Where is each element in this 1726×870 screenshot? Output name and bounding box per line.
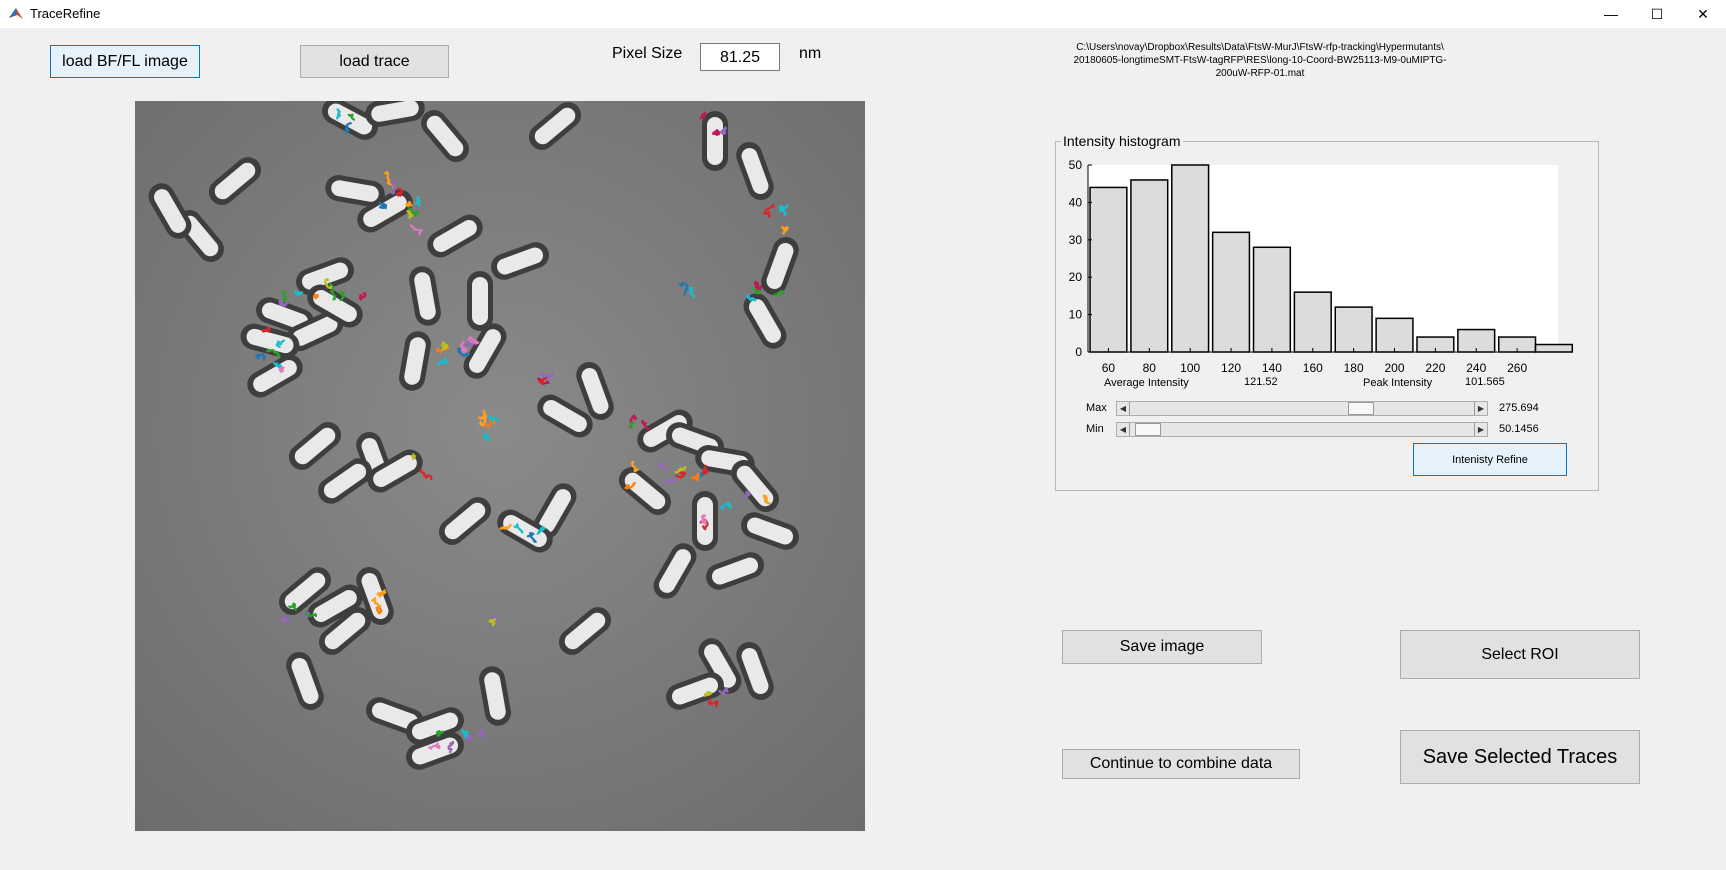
x-tick-label: 140 bbox=[1262, 361, 1282, 375]
min-value: 50.1456 bbox=[1499, 423, 1539, 435]
y-tick-label: 50 bbox=[1069, 158, 1083, 172]
x-tick-label: 260 bbox=[1507, 361, 1527, 375]
x-tick-label: 120 bbox=[1221, 361, 1241, 375]
min-slider-thumb[interactable] bbox=[1135, 423, 1162, 436]
trace-path bbox=[278, 366, 285, 374]
bacterium-cell bbox=[702, 111, 728, 171]
y-tick-label: 0 bbox=[1075, 345, 1082, 359]
x-tick-label: 200 bbox=[1385, 361, 1405, 375]
select-roi-button[interactable]: Select ROI bbox=[1400, 630, 1640, 679]
y-tick-label: 40 bbox=[1069, 195, 1083, 209]
max-label: Max bbox=[1086, 402, 1107, 414]
x-tick-label: 100 bbox=[1180, 361, 1200, 375]
bacterium-cell bbox=[467, 271, 493, 331]
x-tick-label: 160 bbox=[1303, 361, 1323, 375]
cell-body bbox=[472, 277, 488, 325]
file-path-line: C:\Users\novay\Dropbox\Results\Data\FtsW… bbox=[1076, 42, 1444, 53]
pixel-size-input[interactable]: 81.25 bbox=[700, 43, 780, 71]
close-button[interactable]: ✕ bbox=[1680, 0, 1726, 28]
slider-separator bbox=[1129, 423, 1130, 436]
x-tick-label: 240 bbox=[1466, 361, 1486, 375]
x-tick-label: 80 bbox=[1143, 361, 1157, 375]
slider-left-arrow-icon[interactable]: ◀ bbox=[1117, 423, 1129, 436]
slider-right-arrow-icon[interactable]: ▶ bbox=[1475, 423, 1487, 436]
trace-path bbox=[628, 421, 635, 429]
histogram-bar bbox=[1171, 164, 1210, 353]
peak-intensity-label: Peak Intensity bbox=[1363, 377, 1433, 389]
file-path-text: C:\Users\novay\Dropbox\Results\Data\FtsW… bbox=[1050, 41, 1470, 80]
intensity-histogram-chart: 0 10 20 30 40 50 60 80 100 120 140 160 180 200 220 240 2… bbox=[1069, 158, 1574, 375]
load-trace-button[interactable]: load trace bbox=[300, 45, 449, 78]
x-tick-label: 180 bbox=[1344, 361, 1364, 375]
intensity-refine-button[interactable]: Intenisty Refine bbox=[1413, 443, 1567, 476]
pixel-size-label: Pixel Size bbox=[612, 45, 683, 62]
pixel-unit-label: nm bbox=[799, 45, 822, 62]
max-slider[interactable]: ◀ ▶ bbox=[1116, 401, 1488, 416]
continue-to-combine-data-button[interactable]: Continue to combine data bbox=[1062, 749, 1300, 779]
histogram-bar bbox=[1252, 246, 1292, 353]
slider-left-arrow-icon[interactable]: ◀ bbox=[1117, 402, 1129, 415]
window-title: TraceRefine bbox=[30, 6, 101, 21]
save-image-button[interactable]: Save image bbox=[1062, 630, 1262, 664]
average-intensity-value: 121.52 bbox=[1244, 376, 1278, 388]
average-intensity-label: Average Intensity bbox=[1104, 377, 1189, 389]
min-label: Min bbox=[1086, 423, 1104, 435]
x-tick-label: 60 bbox=[1102, 361, 1116, 375]
y-tick-label: 20 bbox=[1069, 270, 1083, 284]
slider-separator bbox=[1129, 402, 1130, 415]
histogram-bar bbox=[1211, 231, 1251, 353]
file-path-line: 20180605-longtimeSMT-FtsW-tagRFP\RES\lon… bbox=[1073, 55, 1447, 66]
intensity-histogram-title: Intensity histogram bbox=[1061, 133, 1183, 149]
peak-intensity-value: 101.565 bbox=[1465, 376, 1505, 388]
microscopy-image-view[interactable] bbox=[135, 101, 865, 831]
histogram-bar bbox=[1130, 179, 1169, 353]
cell-body bbox=[707, 117, 723, 165]
title-bar: TraceRefine — ☐ ✕ bbox=[0, 0, 1726, 28]
trace-path bbox=[313, 293, 319, 300]
histogram-bar bbox=[1375, 317, 1414, 353]
max-slider-thumb[interactable] bbox=[1347, 402, 1374, 415]
load-bf-fl-image-button[interactable]: load BF/FL image bbox=[50, 45, 200, 78]
trace-path bbox=[293, 290, 304, 296]
matlab-app-icon bbox=[9, 8, 23, 19]
histogram-bar bbox=[1334, 306, 1373, 353]
histogram-bar bbox=[1293, 291, 1332, 353]
max-value: 275.694 bbox=[1499, 402, 1539, 414]
slider-right-arrow-icon[interactable]: ▶ bbox=[1475, 402, 1487, 415]
y-tick-label: 10 bbox=[1069, 308, 1083, 322]
maximize-button[interactable]: ☐ bbox=[1634, 0, 1680, 28]
histogram-bar bbox=[1534, 343, 1574, 353]
histogram-bar bbox=[1089, 186, 1128, 353]
save-selected-traces-button[interactable]: Save Selected Traces bbox=[1400, 730, 1640, 784]
x-tick-label: 220 bbox=[1425, 361, 1445, 375]
file-path-line: 200uW-RFP-01.mat bbox=[1215, 68, 1305, 79]
min-slider[interactable]: ◀ ▶ bbox=[1116, 422, 1488, 437]
minimize-button[interactable]: — bbox=[1588, 0, 1634, 28]
y-tick-label: 30 bbox=[1069, 233, 1083, 247]
